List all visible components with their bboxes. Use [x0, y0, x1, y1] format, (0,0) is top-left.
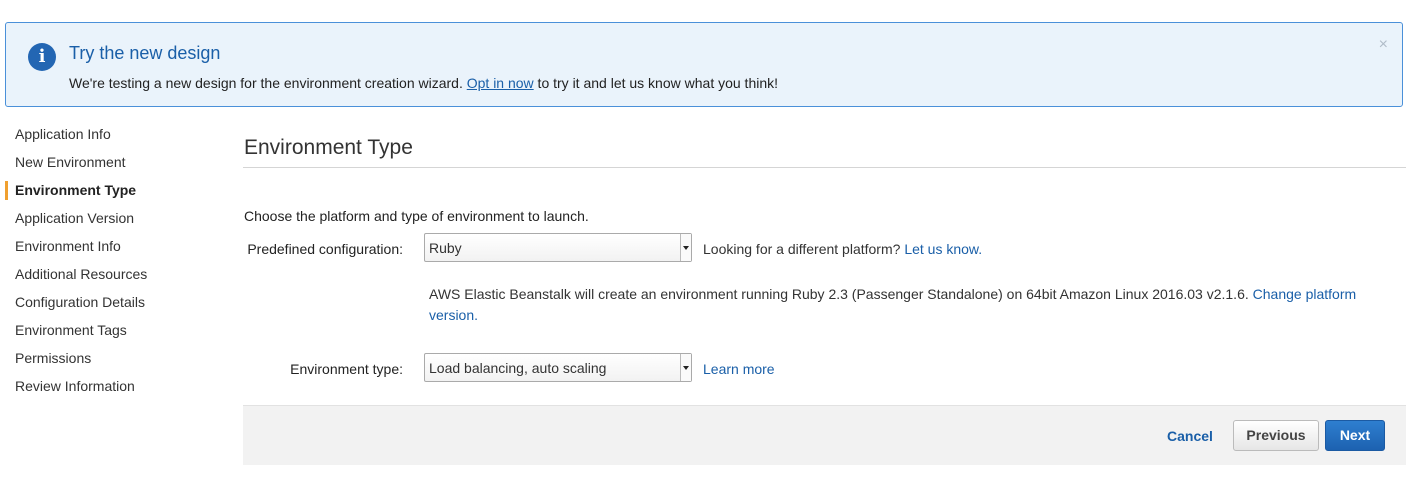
- info-banner: i Try the new design We're testing a new…: [5, 22, 1403, 107]
- sidebar-item-environment-tags[interactable]: Environment Tags: [0, 317, 200, 345]
- close-icon[interactable]: ×: [1379, 36, 1388, 54]
- chevron-down-icon: [680, 354, 691, 381]
- wizard-steps-sidebar: Application Info New Environment Environ…: [0, 121, 200, 401]
- main-content: Environment Type Choose the platform and…: [243, 130, 1406, 465]
- environment-type-label: Environment type:: [290, 361, 403, 377]
- sidebar-item-environment-info[interactable]: Environment Info: [0, 233, 200, 261]
- environment-type-select[interactable]: Load balancing, auto scaling: [424, 353, 692, 382]
- cancel-button[interactable]: Cancel: [1167, 428, 1213, 444]
- let-us-know-link[interactable]: Let us know.: [904, 241, 982, 257]
- banner-text: We're testing a new design for the envir…: [69, 75, 778, 91]
- next-button[interactable]: Next: [1325, 420, 1385, 451]
- sidebar-item-additional-resources[interactable]: Additional Resources: [0, 261, 200, 289]
- platform-description: AWS Elastic Beanstalk will create an env…: [429, 284, 1379, 326]
- previous-button[interactable]: Previous: [1233, 420, 1319, 451]
- banner-text-before: We're testing a new design for the envir…: [69, 75, 467, 91]
- platform-helper-text: Looking for a different platform?: [703, 241, 905, 257]
- predefined-config-select[interactable]: Ruby: [424, 233, 692, 262]
- predefined-config-label: Predefined configuration:: [247, 241, 403, 257]
- wizard-footer: Cancel Previous Next: [243, 405, 1406, 465]
- platform-description-text: AWS Elastic Beanstalk will create an env…: [429, 286, 1253, 302]
- platform-helper: Looking for a different platform? Let us…: [703, 241, 982, 257]
- sidebar-item-review-information[interactable]: Review Information: [0, 373, 200, 401]
- sidebar-item-application-info[interactable]: Application Info: [0, 121, 200, 149]
- sidebar-item-application-version[interactable]: Application Version: [0, 205, 200, 233]
- page-title: Environment Type: [243, 130, 1406, 168]
- sidebar-item-permissions[interactable]: Permissions: [0, 345, 200, 373]
- predefined-config-value: Ruby: [429, 240, 462, 256]
- banner-title: Try the new design: [69, 43, 221, 63]
- info-icon: i: [28, 43, 56, 71]
- banner-text-after: to try it and let us know what you think…: [533, 75, 779, 91]
- sidebar-item-environment-type[interactable]: Environment Type: [0, 177, 200, 205]
- chevron-down-icon: [680, 234, 691, 261]
- sidebar-item-configuration-details[interactable]: Configuration Details: [0, 289, 200, 317]
- opt-in-link[interactable]: Opt in now: [467, 75, 534, 91]
- environment-type-value: Load balancing, auto scaling: [429, 360, 607, 376]
- sidebar-item-new-environment[interactable]: New Environment: [0, 149, 200, 177]
- intro-text: Choose the platform and type of environm…: [244, 208, 589, 224]
- learn-more-link[interactable]: Learn more: [703, 361, 775, 377]
